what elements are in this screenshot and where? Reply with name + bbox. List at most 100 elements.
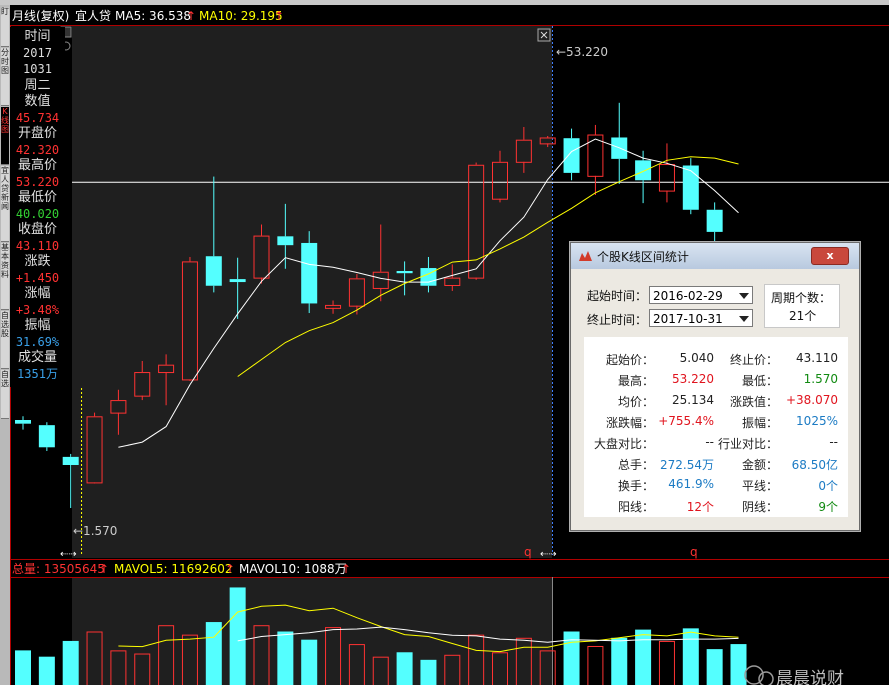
stat-key: 最低： — [741, 374, 778, 388]
volume-bar-up — [587, 645, 604, 685]
stat-key: 大盘对比： — [593, 437, 654, 451]
end-time-select[interactable]: 2017-10-31 — [649, 309, 753, 327]
info-pct-label: 涨幅 — [24, 286, 51, 301]
stat-key: 总手： — [617, 458, 654, 472]
stat-value: 68.50亿 — [791, 458, 838, 472]
ma5-arrow: ↑ — [186, 9, 196, 23]
year-marker-1: q — [524, 545, 532, 559]
stat-key: 最高： — [617, 374, 654, 388]
chevron-down-icon — [739, 316, 749, 322]
info-amp: 31.69% — [15, 335, 60, 349]
period-count-box: 周期个数： 21个 — [764, 284, 840, 328]
info-high-label: 最高价 — [17, 158, 57, 173]
stat-key: 均价： — [617, 395, 654, 409]
candle-body-down — [38, 425, 55, 448]
candle-body-down — [15, 419, 31, 424]
info-time-year: 2017 — [23, 46, 52, 60]
stat-key: 阳线： — [617, 500, 654, 514]
watermark-text: 晨晨说财 — [776, 669, 844, 685]
low-price-annotation: ←1.570 — [73, 524, 117, 538]
info-value-label: 数值 — [24, 94, 51, 109]
volume-bar-down — [420, 659, 437, 685]
volume-bar-down — [38, 656, 55, 685]
volume-total-label: 总量: 13505645 — [12, 562, 105, 576]
volume-bar-down — [611, 637, 628, 685]
candle-body-down — [682, 165, 699, 210]
candle-body-down — [706, 209, 723, 232]
stat-key: 涨跌幅： — [605, 416, 654, 430]
stat-key: 平线： — [741, 479, 778, 493]
dialog-close-button[interactable]: x — [811, 247, 849, 265]
volume-bar-down — [277, 631, 294, 685]
period-count-value: 21个 — [789, 309, 817, 323]
volume-bar-down — [62, 640, 79, 685]
stat-value: 1025% — [796, 414, 838, 428]
candle-body-down — [396, 270, 413, 274]
selection-end-marker: ⇠⇢ — [540, 549, 557, 560]
chevron-down-icon — [739, 293, 749, 299]
info-vol-label: 成交量 — [17, 350, 57, 365]
volume-total-arrow: ↑ — [99, 562, 109, 576]
stat-value: -- — [829, 435, 838, 449]
stat-value: -- — [705, 435, 714, 449]
selection-start-marker: ⇠⇢ — [60, 549, 77, 560]
info-high: 53.220 — [15, 175, 60, 189]
candle-body-down — [62, 456, 79, 465]
watermark: 晨晨说财 — [744, 665, 844, 685]
info-low-label: 最低价 — [17, 190, 57, 205]
volume-bar-up — [658, 640, 675, 685]
stat-key: 换手： — [617, 479, 654, 493]
info-open-label: 开盘价 — [17, 126, 57, 141]
info-weekday: 周二 — [24, 78, 51, 93]
stat-key: 行业对比： — [717, 437, 778, 451]
volume-bar-down — [682, 628, 699, 685]
start-time-value: 2016-02-29 — [653, 289, 723, 303]
info-close: 43.110 — [15, 239, 60, 253]
wechat-icon — [758, 671, 774, 685]
start-time-label: 起始时间： — [587, 289, 648, 303]
stat-value: 9个 — [818, 500, 838, 514]
volume-bar-down — [15, 650, 31, 685]
dialog-titlebar[interactable]: 个股K线区间统计 x — [571, 243, 859, 269]
start-time-select[interactable]: 2016-02-29 — [649, 286, 753, 304]
ma10-arrow: ↑ — [274, 9, 284, 23]
stat-value: +755.4% — [658, 414, 714, 428]
period-count-label: 周期个数： — [771, 291, 832, 305]
stat-value: 25.134 — [672, 393, 714, 407]
stat-key: 起始价： — [605, 353, 654, 367]
stat-value: 12个 — [686, 500, 714, 514]
volume-bar-down — [396, 652, 413, 685]
stat-value: 1.570 — [803, 372, 838, 386]
info-change-label: 涨跌 — [24, 254, 51, 269]
interval-stats-dialog[interactable]: 个股K线区间统计 x 起始时间： 2016-02-29 终止时间： 2017-1… — [570, 242, 860, 531]
volume-bar-down — [229, 587, 246, 685]
candle-body-down — [563, 138, 580, 173]
stat-key: 阴线： — [741, 500, 778, 514]
ma10-label: MA10: 29.195 — [199, 9, 283, 23]
mavol10-label: MAVOL10: 1088万 — [239, 562, 347, 576]
candle-body-down — [277, 236, 294, 246]
close-icon — [537, 28, 551, 42]
dialog-title: 个股K线区间统计 — [597, 250, 689, 264]
volume-bar-down — [301, 639, 318, 685]
end-time-label: 终止时间： — [587, 313, 648, 327]
info-amp-label: 振幅 — [24, 318, 51, 333]
info-vol: 1351万 — [17, 367, 58, 381]
info-open: 42.320 — [15, 143, 60, 157]
mavol5-arrow: ↑ — [225, 562, 235, 576]
high-price-annotation: ←53.220 — [556, 45, 608, 59]
stats-grid: 起始价： 5.040 终止价： 43.110 最高： 53.220 最低： 1.570 均价： 2… — [584, 337, 848, 517]
stat-value: 461.9% — [668, 477, 714, 491]
info-pct: +3.48% — [15, 303, 60, 317]
year-marker-2: q — [690, 545, 698, 559]
mavol5-label: MAVOL5: 11692602 — [114, 562, 233, 576]
stat-value: 5.040 — [679, 351, 714, 365]
volume-bar-down — [706, 649, 723, 685]
ma5-label: MA5: 36.538 — [115, 9, 191, 23]
candle-body-down — [205, 256, 222, 286]
stat-key: 振幅： — [741, 416, 778, 430]
stat-value: 53.220 — [672, 372, 714, 386]
stat-value: +38.070 — [785, 393, 838, 407]
stat-value: 272.54万 — [660, 458, 714, 472]
volume-bar-down — [730, 644, 747, 685]
